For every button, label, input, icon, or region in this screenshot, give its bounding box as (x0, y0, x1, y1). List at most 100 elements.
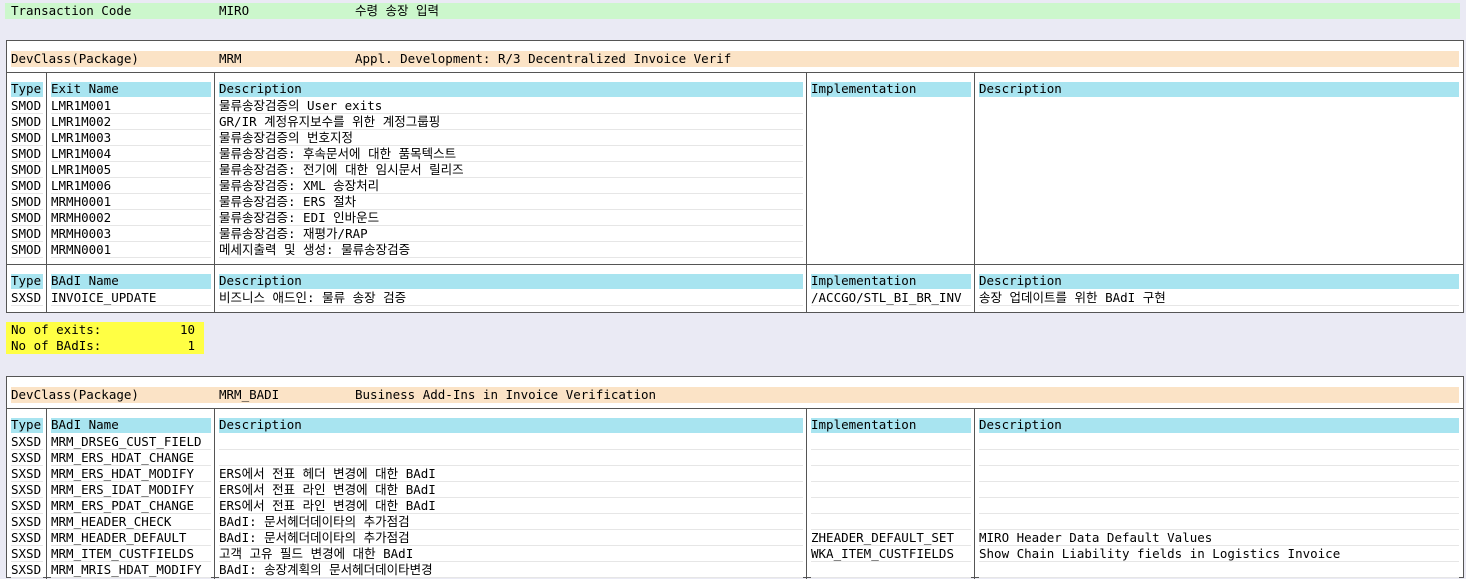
badi-row-impl[interactable]: ZHEADER_DEFAULT_SET (811, 530, 973, 546)
exit-row-name[interactable]: LMR1M004 (51, 146, 213, 162)
exit-row-type: SMOD (11, 162, 42, 177)
exit-row-name[interactable]: LMR1M006 (51, 178, 213, 194)
row-separator (979, 513, 1459, 514)
row-separator (979, 449, 1459, 450)
column-divider (806, 73, 807, 264)
column-header-impl-desc[interactable]: Description (979, 273, 1459, 289)
badi-row-name[interactable]: MRM_ERS_HDAT_CHANGE (51, 450, 213, 466)
column-header-name[interactable]: Exit Name (51, 81, 211, 97)
badis-count-label: No of BAdIs: (11, 338, 102, 353)
row-separator (811, 465, 971, 466)
column-header-desc[interactable]: Description (219, 81, 803, 97)
column-divider (974, 409, 975, 579)
exit-row-name[interactable]: MRMH0001 (51, 194, 213, 210)
exit-row-name[interactable]: LMR1M002 (51, 114, 213, 130)
package-label: DevClass(Package) (11, 387, 139, 402)
exit-row-name[interactable]: MRMH0002 (51, 210, 213, 226)
exit-row-name[interactable]: LMR1M003 (51, 130, 213, 146)
row-separator (979, 481, 1459, 482)
column-header-impl[interactable]: Implementation (811, 273, 971, 289)
column-divider (46, 409, 47, 579)
package-description: Appl. Development: R/3 Decentralized Inv… (355, 51, 732, 66)
row-separator (811, 577, 971, 578)
column-header-label: Description (219, 81, 302, 96)
badi-table: Type BAdI Name Description Implementation De… (7, 264, 1463, 312)
badi-row-name[interactable]: MRM_HEADER_CHECK (51, 514, 213, 530)
column-header-label: Type (11, 273, 42, 288)
column-header-type[interactable]: Type (11, 273, 43, 289)
badi-row-name[interactable]: MRM_DRSEG_CUST_FIELD (51, 434, 213, 450)
column-divider (214, 73, 215, 264)
badi-row-impl[interactable]: WKA_ITEM_CUSTFIELDS (811, 546, 973, 562)
column-header-label: Type (11, 81, 42, 96)
column-header-impl-desc[interactable]: Description (979, 417, 1459, 433)
exit-row-desc: 메세지출력 및 생성: 물류송장검증 (219, 242, 411, 257)
exit-row-type: SMOD (11, 194, 42, 209)
badi-row-desc: 고객 고유 필드 변경에 대한 BAdI (219, 546, 414, 561)
column-header-label: Description (219, 273, 302, 288)
badi-row-desc: ERS에서 전표 라인 변경에 대한 BAdI (219, 482, 436, 497)
exit-row-type: SMOD (11, 226, 42, 241)
column-header-desc[interactable]: Description (219, 273, 803, 289)
badi-row-desc: ERS에서 전표 라인 변경에 대한 BAdI (219, 498, 436, 513)
exit-row-desc: 물류송장검증: 전기에 대한 임시문서 릴리즈 (219, 162, 464, 177)
badi-row-desc: BAdI: 문서헤더데이타의 추가점검 (219, 530, 410, 545)
exit-row-type: SMOD (11, 178, 42, 193)
badi-row-name[interactable]: MRM_ERS_IDAT_MODIFY (51, 482, 213, 498)
package-name[interactable]: MRM_BADI (219, 387, 279, 403)
row-separator (811, 513, 971, 514)
badi-row-type: SXSD (11, 514, 42, 529)
package-name[interactable]: MRM (219, 51, 242, 67)
badi-row-impl-desc: MIRO Header Data Default Values (979, 530, 1213, 545)
column-divider (974, 73, 975, 264)
column-header-label: Implementation (811, 273, 917, 288)
column-header-label: Description (979, 81, 1062, 96)
badi-row-name[interactable]: MRM_MRIS_HDAT_MODIFY (51, 562, 213, 578)
row-separator (219, 449, 803, 450)
exit-row-type: SMOD (11, 98, 42, 113)
column-divider (806, 265, 807, 312)
exit-row-desc: 물류송장검증: 재평가/RAP (219, 226, 368, 241)
transaction-code-value[interactable]: MIRO (219, 3, 249, 19)
exit-row-name[interactable]: LMR1M005 (51, 162, 213, 178)
exit-row-name[interactable]: MRMN0001 (51, 242, 213, 258)
package-label: DevClass(Package) (11, 51, 139, 66)
column-header-type[interactable]: Type (11, 81, 43, 97)
badi-row-impl[interactable]: /ACCGO/STL_BI_BR_INV (811, 290, 973, 306)
row-separator (979, 497, 1459, 498)
transaction-code-label: Transaction Code (11, 3, 132, 18)
badi-row-name[interactable]: MRM_ERS_HDAT_MODIFY (51, 466, 213, 482)
column-header-label: Exit Name (51, 81, 119, 96)
exit-row-desc: GR/IR 계정유지보수를 위한 계정그룹핑 (219, 114, 441, 129)
column-header-label: Type (11, 417, 42, 432)
column-header-label: Implementation (811, 417, 917, 432)
row-separator (979, 577, 1459, 578)
exit-row-name[interactable]: MRMH0003 (51, 226, 213, 242)
badi-row-name[interactable]: MRM_HEADER_DEFAULT (51, 530, 213, 546)
badi-row-type: SXSD (11, 290, 42, 305)
badi-row-name[interactable]: MRM_ERS_PDAT_CHANGE (51, 498, 213, 514)
column-header-name[interactable]: BAdI Name (51, 273, 211, 289)
column-header-label: Implementation (811, 81, 917, 96)
column-header-desc[interactable]: Description (219, 417, 803, 433)
exit-row-type: SMOD (11, 210, 42, 225)
badi-row-name[interactable]: MRM_ITEM_CUSTFIELDS (51, 546, 213, 562)
exits-count-value: 10 (179, 322, 195, 337)
exit-row-type: SMOD (11, 130, 42, 145)
column-header-impl-desc[interactable]: Description (979, 81, 1459, 97)
column-header-label: Description (979, 273, 1062, 288)
exit-row-desc: 물류송장검증: ERS 절차 (219, 194, 357, 209)
exits-count-label: No of exits: (11, 322, 102, 337)
column-header-type[interactable]: Type (11, 417, 43, 433)
transaction-description: 수령 송장 입력 (355, 3, 440, 18)
badi-table: Type BAdI Name Description Implementation De… (7, 408, 1463, 579)
column-header-impl[interactable]: Implementation (811, 417, 971, 433)
column-header-name[interactable]: BAdI Name (51, 417, 211, 433)
column-header-impl[interactable]: Implementation (811, 81, 971, 97)
package-panel-mrm-badi: DevClass(Package) MRM_BADI Business Add-… (6, 376, 1464, 579)
exit-row-name[interactable]: LMR1M001 (51, 98, 213, 114)
package-panel-mrm: DevClass(Package) MRM Appl. Development:… (6, 40, 1464, 313)
badi-row-name[interactable]: INVOICE_UPDATE (51, 290, 213, 306)
badi-row-type: SXSD (11, 562, 42, 577)
badi-row-desc: 비즈니스 애드인: 물류 송장 검증 (219, 290, 407, 305)
